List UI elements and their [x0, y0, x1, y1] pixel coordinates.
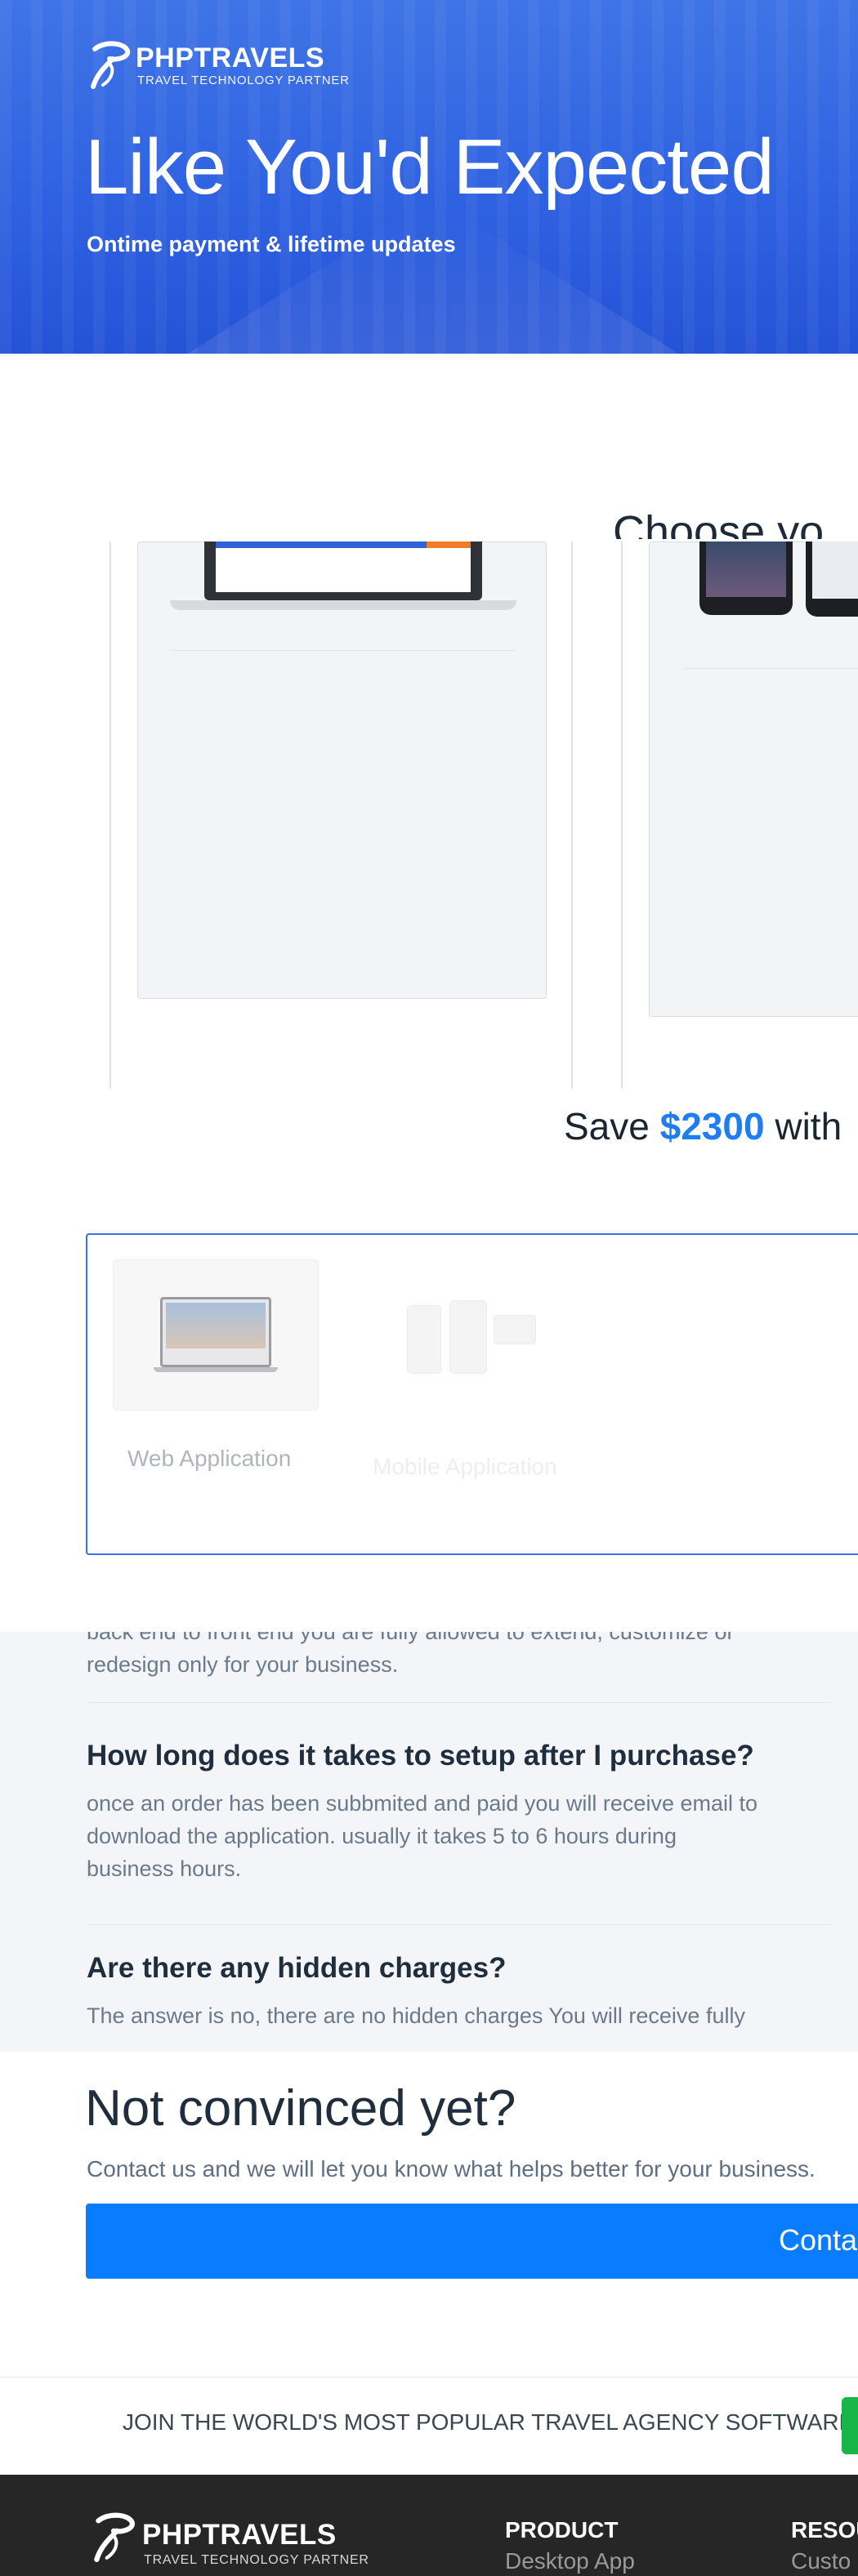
faq-answer: once an order has been subbmited and pai…	[87, 1791, 757, 1816]
faq-answer: download the application. usually it tak…	[87, 1824, 677, 1848]
footer-brand-name: PHPTRAVELS	[142, 2519, 337, 2551]
save-banner: Save $2300 with	[564, 1104, 842, 1148]
web-application-icon-base	[154, 1367, 278, 1372]
footer-brand-tagline: TRAVEL TECHNOLOGY PARTNER	[144, 2553, 369, 2567]
faq-answer-partial: redesign only for your business.	[87, 1652, 399, 1677]
footer-link-custom[interactable]: Custo	[791, 2548, 851, 2574]
phone-screen	[812, 541, 858, 599]
laptop-screen-content	[216, 541, 471, 592]
footer-logo-icon	[94, 2512, 135, 2562]
card-divider	[683, 668, 858, 669]
not-convinced-subtitle: Contact us and we will let you know what…	[87, 2156, 816, 2182]
web-application-icon-screen	[166, 1303, 266, 1348]
card-divider	[170, 650, 516, 651]
laptop-base	[170, 600, 516, 610]
hero-subtitle: Ontime payment & lifetime updates	[87, 232, 456, 256]
footer-resources-title: RESOU	[791, 2517, 858, 2543]
brand-logo-icon	[91, 41, 131, 89]
faq-answer: The answer is no, there are no hidden ch…	[87, 2003, 745, 2028]
brand-name: PHPTRAVELS	[136, 42, 325, 74]
contact-us-button[interactable]: Conta	[86, 2204, 858, 2279]
brand-tagline: TRAVEL TECHNOLOGY PARTNER	[137, 74, 350, 87]
mobile-application-icon[interactable]	[449, 1300, 487, 1374]
save-amount: $2300	[659, 1105, 765, 1148]
footer-product-title: PRODUCT	[505, 2517, 619, 2543]
faq-question[interactable]: How long does it takes to setup after I …	[87, 1740, 754, 1772]
mobile-application-icon[interactable]	[407, 1305, 441, 1374]
web-application-label[interactable]: Web Application	[127, 1446, 291, 1472]
mobile-application-label[interactable]: Mobile Application	[373, 1454, 557, 1480]
not-convinced-title: Not convinced yet?	[85, 2080, 516, 2137]
contact-us-button-label: Conta	[779, 2223, 858, 2257]
web-app-card[interactable]	[137, 541, 547, 999]
faq-answer: business hours.	[87, 1856, 242, 1881]
laptop-screen-accent	[427, 541, 471, 548]
hero-title: Like You'd Expected	[85, 123, 775, 211]
faq-question[interactable]: Are there any hidden charges?	[87, 1952, 506, 1985]
join-text: JOIN THE WORLD'S MOST POPULAR TRAVEL AGE…	[123, 2409, 855, 2435]
save-prefix: Save	[564, 1105, 660, 1148]
faq-section: back end to front end you are fully allo…	[0, 1632, 858, 2052]
save-suffix: with	[764, 1105, 842, 1148]
faq-answer-partial: back end to front end you are fully allo…	[87, 1632, 735, 1644]
faq-divider	[87, 1924, 830, 1925]
mobile-application-icon[interactable]	[494, 1315, 536, 1344]
footer-link-desktop-app[interactable]: Desktop App	[505, 2548, 635, 2574]
phone-screen	[706, 541, 786, 597]
faq-divider	[87, 1702, 830, 1703]
join-button[interactable]	[842, 2397, 858, 2454]
